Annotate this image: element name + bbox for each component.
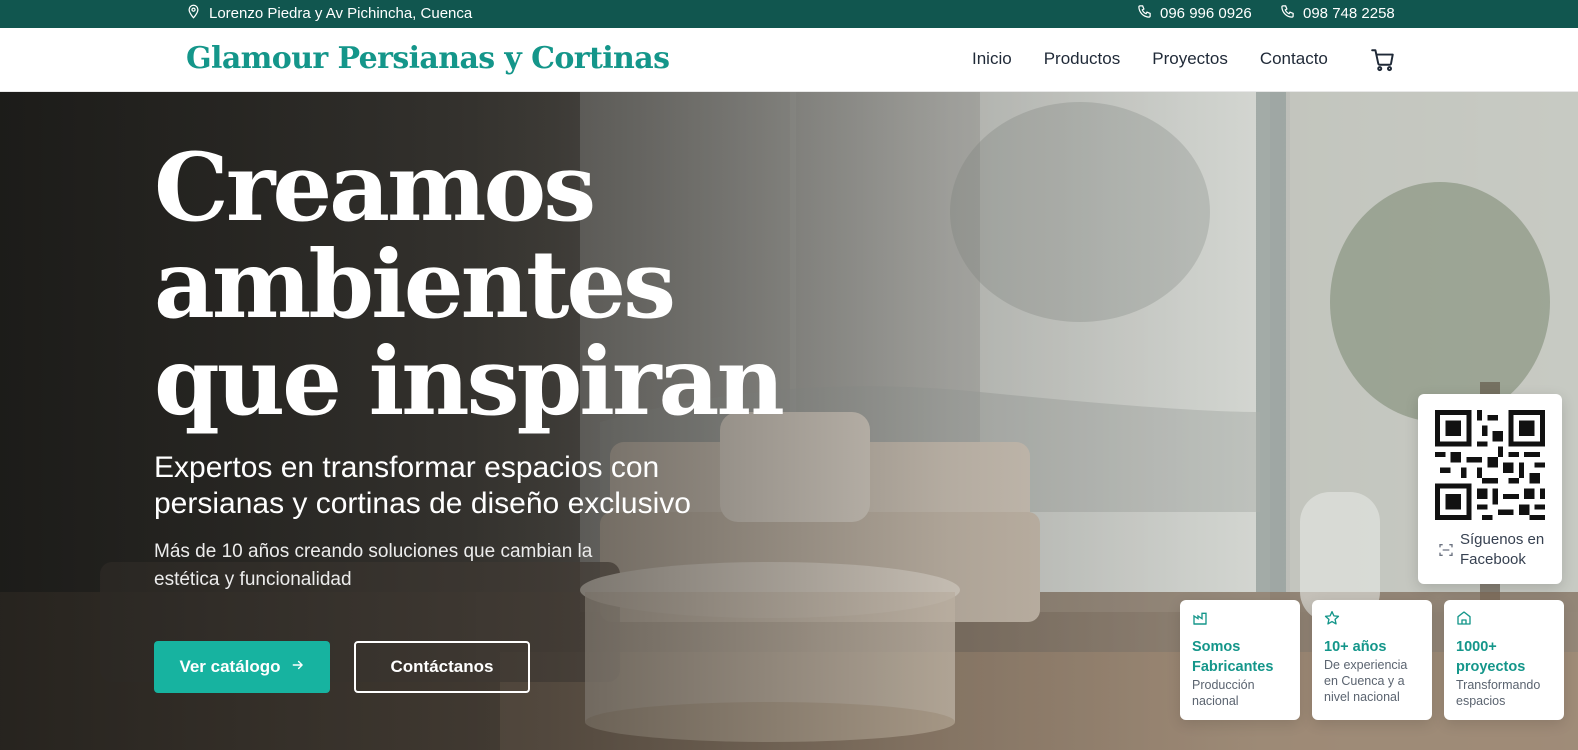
nav-links: Inicio Productos Proyectos Contacto	[972, 49, 1328, 69]
factory-icon	[1192, 612, 1208, 630]
stat-card-experiencia: 10+ años De experiencia en Cuenca y a ni…	[1312, 600, 1432, 720]
stat-title: 10+ años	[1324, 639, 1387, 655]
phone-2[interactable]: 098 748 2258	[1280, 4, 1395, 23]
stat-desc: Producción nacional	[1192, 678, 1255, 708]
nav-link-inicio[interactable]: Inicio	[972, 49, 1012, 69]
phone-1[interactable]: 096 996 0926	[1137, 4, 1252, 23]
nav-link-proyectos[interactable]: Proyectos	[1152, 49, 1228, 69]
phone-1-text[interactable]: 096 996 0926	[1160, 5, 1252, 22]
site-logo[interactable]: Glamour Persianas y Cortinas	[186, 41, 670, 76]
phone-icon	[1137, 4, 1152, 23]
hero-title: Creamos ambientes que inspiran	[154, 140, 854, 431]
qr-code-icon	[1435, 410, 1545, 520]
star-icon	[1324, 611, 1340, 630]
hero-title-line-3: que inspiran	[154, 327, 785, 437]
hero-section: Creamos ambientes que inspiran Expertos …	[0, 92, 1578, 750]
catalog-button[interactable]: Ver catálogo	[154, 641, 330, 693]
main-navbar: Glamour Persianas y Cortinas Inicio Prod…	[0, 28, 1578, 92]
stat-title: 1000+ proyectos	[1456, 639, 1526, 675]
nav-link-contacto[interactable]: Contacto	[1260, 49, 1328, 69]
facebook-qr-card[interactable]: Síguenos en Facebook	[1418, 394, 1562, 584]
contact-button-label: Contáctanos	[390, 657, 494, 676]
arrow-right-icon	[291, 657, 305, 677]
stat-card-fabricantes: Somos Fabricantes Producción nacional	[1180, 600, 1300, 720]
top-info-bar: Lorenzo Piedra y Av Pichincha, Cuenca 09…	[0, 0, 1578, 28]
hero-title-line-1: Creamos	[154, 133, 596, 243]
hero-subtitle: Expertos en transformar espacios con per…	[154, 451, 691, 520]
address-text: Lorenzo Piedra y Av Pichincha, Cuenca	[209, 5, 473, 22]
qr-label: Síguenos en Facebook	[1460, 531, 1545, 568]
phone-icon	[1280, 4, 1295, 23]
phone-2-text[interactable]: 098 748 2258	[1303, 5, 1395, 22]
address: Lorenzo Piedra y Av Pichincha, Cuenca	[186, 4, 472, 23]
stat-card-proyectos: 1000+ proyectos Transformando espacios	[1444, 600, 1564, 720]
home-icon	[1456, 611, 1472, 630]
contact-button[interactable]: Contáctanos	[354, 641, 530, 693]
nav-link-productos[interactable]: Productos	[1044, 49, 1121, 69]
scan-icon	[1438, 542, 1454, 558]
catalog-button-label: Ver catálogo	[179, 657, 281, 676]
hero-description: Más de 10 años creando soluciones que ca…	[154, 541, 593, 590]
cart-icon[interactable]	[1370, 47, 1396, 73]
map-pin-icon	[186, 4, 201, 23]
hero-title-line-2: ambientes	[154, 230, 676, 340]
stat-desc: De experiencia en Cuenca y a nivel nacio…	[1324, 658, 1408, 704]
stat-desc: Transformando espacios	[1456, 678, 1541, 708]
stat-title: Somos Fabricantes	[1192, 639, 1274, 675]
